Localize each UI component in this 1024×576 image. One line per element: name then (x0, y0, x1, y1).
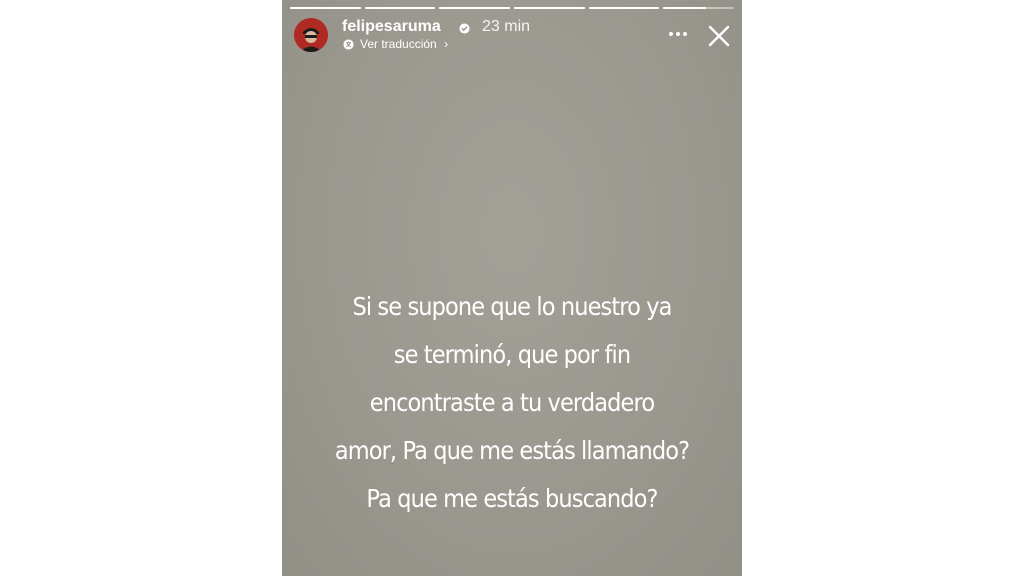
story-text: Si se supone que lo nuestro ya se termin… (314, 283, 710, 523)
see-translation-link[interactable]: Ver traducción › (360, 37, 448, 51)
story-text-line: encontraste a tu verdadero (369, 388, 655, 417)
story-timestamp: 23 min (482, 18, 531, 35)
progress-segment (439, 7, 511, 9)
avatar[interactable] (294, 18, 328, 52)
close-icon[interactable] (707, 24, 731, 48)
story-progress-bar (290, 7, 735, 9)
story-text-line: Si se supone que lo nuestro ya (352, 292, 672, 321)
username[interactable]: felipesaruma (342, 18, 441, 36)
progress-segment (514, 7, 585, 9)
progress-segment (588, 7, 660, 9)
story-text-line: se terminó, que por fin (393, 340, 631, 369)
story-text-line: amor, Pa que me estás llamando? (334, 436, 690, 465)
progress-segment (290, 7, 361, 9)
more-options-icon[interactable] (666, 24, 690, 44)
translate-icon (343, 39, 354, 50)
see-translation-label: Ver traducción (360, 37, 437, 51)
progress-segment (364, 7, 436, 9)
story-viewer[interactable]: felipesaruma 23 min Ver traducción › Si … (282, 0, 742, 576)
verified-badge-icon (459, 23, 470, 34)
chevron-right-icon: › (444, 37, 449, 51)
progress-segment (663, 7, 735, 9)
story-text-line: Pa que me estás buscando? (366, 484, 658, 513)
